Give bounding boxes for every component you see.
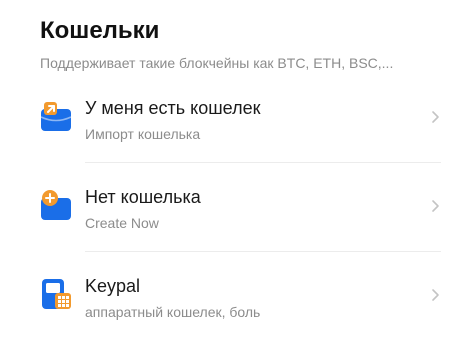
create-wallet-icon	[40, 189, 72, 221]
create-wallet-title: Нет кошелька	[85, 187, 201, 207]
chevron-right-icon	[431, 288, 441, 302]
wallets-subtitle: Поддерживает такие блокчейны как BTC, ET…	[40, 55, 394, 71]
divider	[85, 162, 441, 163]
create-wallet-subtitle: Create Now	[85, 215, 159, 231]
hardware-wallet-icon	[40, 278, 72, 310]
import-wallet-title: У меня есть кошелек	[85, 98, 261, 118]
hardware-wallet-subtitle: аппаратный кошелек, боль	[85, 304, 261, 320]
wallets-title: Кошельки	[40, 17, 160, 44]
chevron-right-icon	[431, 110, 441, 124]
import-wallet-subtitle: Импорт кошелька	[85, 126, 201, 142]
divider	[85, 251, 441, 252]
hardware-wallet-item[interactable]: Keypal аппаратный кошелек, боль	[0, 266, 451, 354]
hardware-wallet-title: Keypal	[85, 276, 141, 296]
chevron-right-icon	[431, 199, 441, 213]
import-wallet-icon	[40, 100, 72, 132]
